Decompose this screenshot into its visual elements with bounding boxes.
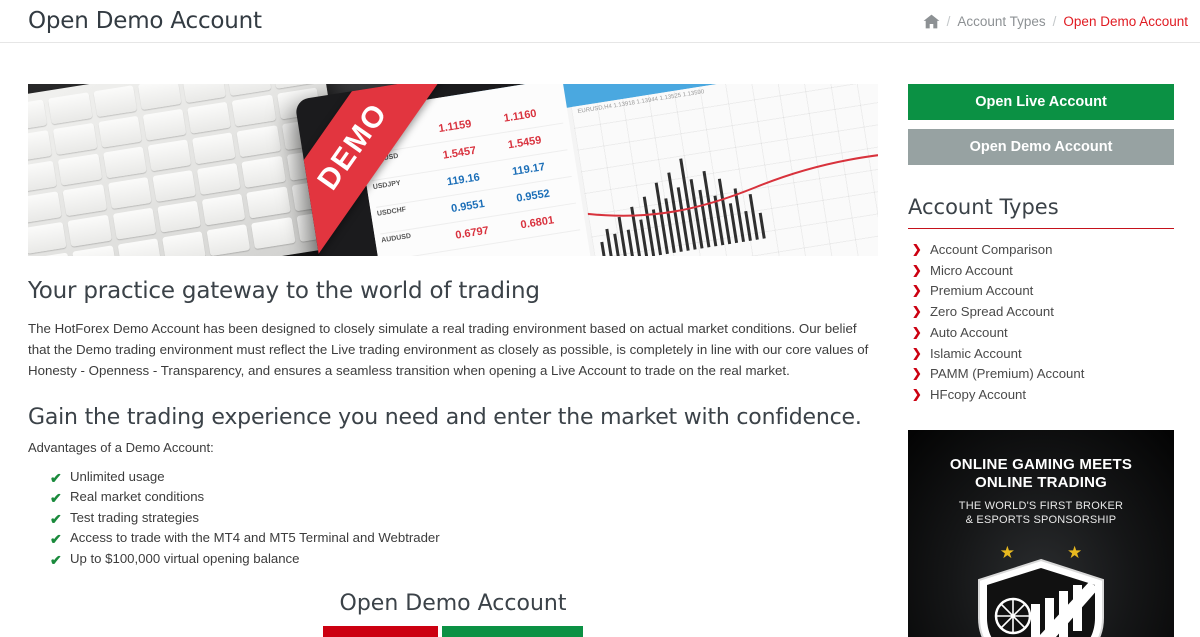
chevron-right-icon: ❯ (912, 264, 922, 277)
quote-bid: 0.6797 (454, 224, 490, 242)
page-title: Open Demo Account (28, 8, 262, 34)
tablet-device: EURUSD 1.1159 1.1160 GBPUSD 1.5457 1.545… (294, 84, 878, 256)
check-icon: ✔ (50, 531, 62, 548)
sidebar-item-hfcopy-account[interactable]: ❯ HFcopy Account (908, 385, 1174, 406)
quote-bid: 1.5457 (441, 144, 478, 162)
candlestick-chart: EURUSD,H4 1.13918 1.13944 1.13525 1.1359… (570, 84, 878, 256)
sidebar-account-types-list: ❯ Account Comparison ❯ Micro Account ❯ Prem… (908, 240, 1174, 406)
check-icon: ✔ (50, 470, 62, 486)
list-item-label: Access to trade with the MT4 and MT5 Ter… (70, 530, 440, 546)
quote-bid: 119.16 (446, 171, 481, 189)
sidebar-item-label[interactable]: HFcopy Account (930, 387, 1026, 402)
quote-ask: 1.1160 (502, 107, 538, 125)
breadcrumb-item-current: Open Demo Account (1063, 13, 1188, 29)
chevron-right-icon: ❯ (912, 368, 922, 381)
sidebar-item-islamic-account[interactable]: ❯ Islamic Account (908, 344, 1174, 365)
new-clients-button[interactable]: New Clients (322, 626, 439, 637)
sidebar-item-premium-account[interactable]: ❯ Premium Account (908, 281, 1174, 302)
ad-subline-1: THE WORLD'S FIRST BROKER (958, 499, 1124, 512)
list-item-label: Up to $100,000 virtual opening balance (70, 550, 300, 566)
page-layout: EURUSD 1.1159 1.1160 GBPUSD 1.5457 1.545… (0, 43, 1200, 637)
advantages-list: ✔ Unlimited usage ✔ Real market conditions… (28, 467, 878, 569)
sidebar-item-auto-account[interactable]: ❯ Auto Account (908, 323, 1174, 344)
chevron-right-icon: ❯ (912, 285, 922, 298)
chevron-right-icon: ❯ (912, 326, 922, 339)
quote-bid: 0.9551 (450, 197, 486, 216)
list-item: ✔ Unlimited usage (50, 467, 878, 487)
quote-ask: 0.6801 (519, 214, 555, 232)
ad-headline-line-2: ONLINE TRADING (975, 473, 1107, 491)
home-icon[interactable] (923, 14, 940, 29)
cta-button-group: New Clients Existing Clients (28, 626, 878, 637)
quote-symbol: USDJPY (372, 179, 402, 192)
chevron-right-icon: ❯ (912, 244, 922, 256)
tablet-screen: EURUSD 1.1159 1.1160 GBPUSD 1.5457 1.545… (354, 84, 878, 256)
ad-headline: ONLINE GAMING MEETS ONLINE TRADING (908, 430, 1174, 492)
quote-ask: 0.9552 (515, 187, 551, 205)
santos-fc-shield-logo (978, 558, 1104, 637)
breadcrumb: / Account Types / Open Demo Account (923, 14, 1188, 29)
hero-image: EURUSD 1.1159 1.1160 GBPUSD 1.5457 1.545… (28, 84, 878, 256)
list-item-label: Real market conditions (70, 489, 205, 505)
sidebar-item-label[interactable]: Islamic Account (930, 346, 1022, 361)
sidebar-item-label[interactable]: Zero Spread Account (930, 304, 1054, 319)
sponsorship-ad-banner[interactable]: ONLINE GAMING MEETS ONLINE TRADING THE W… (908, 429, 1174, 637)
ad-subline-2: & ESPORTS SPONSORSHIP (965, 513, 1117, 526)
sidebar-item-zero-spread-account[interactable]: ❯ Zero Spread Account (908, 302, 1174, 323)
ad-headline-line-1: ONLINE GAMING MEETS (949, 455, 1133, 473)
sidebar: Open Live Account Open Demo Account Acco… (908, 43, 1174, 637)
heading-gain-experience: Gain the trading experience you need and… (28, 405, 862, 430)
check-icon: ✔ (50, 551, 62, 568)
cta-title: Open Demo Account (339, 591, 567, 617)
sidebar-item-pamm-premium-account[interactable]: ❯ PAMM (Premium) Account (908, 364, 1174, 385)
chevron-right-icon: ❯ (912, 347, 922, 360)
quote-ask: 1.5459 (507, 134, 543, 152)
sidebar-item-label[interactable]: Micro Account (930, 263, 1013, 278)
quote-symbol: USDCHF (376, 206, 407, 218)
breadcrumb-separator-1: / (946, 13, 951, 29)
sidebar-item-label[interactable]: Premium Account (930, 283, 1033, 298)
list-item: ✔ Real market conditions (50, 487, 878, 507)
chevron-right-icon: ❯ (912, 306, 922, 319)
list-item: ✔ Up to $100,000 virtual opening balance (50, 549, 878, 569)
quote-ask: 119.17 (511, 161, 546, 179)
advantages-label: Advantages of a Demo Account: (28, 440, 214, 455)
quote-symbol: AUDUSD (380, 232, 412, 245)
cta-section: Open Demo Account New Clients Existing C… (28, 591, 878, 637)
page-header: Open Demo Account / Account Types / Open… (0, 0, 1200, 43)
heading-practice-gateway: Your practice gateway to the world of tr… (28, 278, 540, 304)
breadcrumb-separator-2: / (1052, 13, 1057, 29)
chevron-right-icon: ❯ (912, 388, 922, 401)
quote-bid: 1.1159 (437, 118, 473, 136)
main-content: EURUSD 1.1159 1.1160 GBPUSD 1.5457 1.545… (28, 43, 878, 637)
list-item-label: Test trading strategies (70, 509, 200, 525)
check-icon: ✔ (50, 510, 62, 527)
list-item: ✔ Access to trade with the MT4 and MT5 Te… (50, 528, 878, 548)
sidebar-item-label[interactable]: Auto Account (930, 325, 1008, 340)
ad-subline: THE WORLD'S FIRST BROKER & ESPORTS SPONS… (908, 499, 1174, 527)
open-live-account-button[interactable]: Open Live Account (908, 84, 1174, 120)
sidebar-item-micro-account[interactable]: ❯ Micro Account (908, 261, 1174, 282)
intro-paragraph: The HotForex Demo Account has been desig… (28, 321, 869, 378)
list-item: ✔ Test trading strategies (50, 508, 878, 528)
breadcrumb-item-account-types[interactable]: Account Types (957, 14, 1045, 29)
list-item-label: Unlimited usage (70, 469, 165, 484)
sidebar-section-title: Account Types (908, 195, 1174, 229)
keyboard-keys (28, 84, 340, 256)
check-icon: ✔ (50, 490, 62, 507)
sidebar-item-account-comparison[interactable]: ❯ Account Comparison (908, 240, 1174, 261)
open-demo-account-button[interactable]: Open Demo Account (908, 129, 1174, 165)
sidebar-item-label[interactable]: PAMM (Premium) Account (930, 366, 1084, 381)
existing-clients-button[interactable]: Existing Clients (442, 626, 584, 637)
sidebar-item-label[interactable]: Account Comparison (930, 242, 1052, 257)
